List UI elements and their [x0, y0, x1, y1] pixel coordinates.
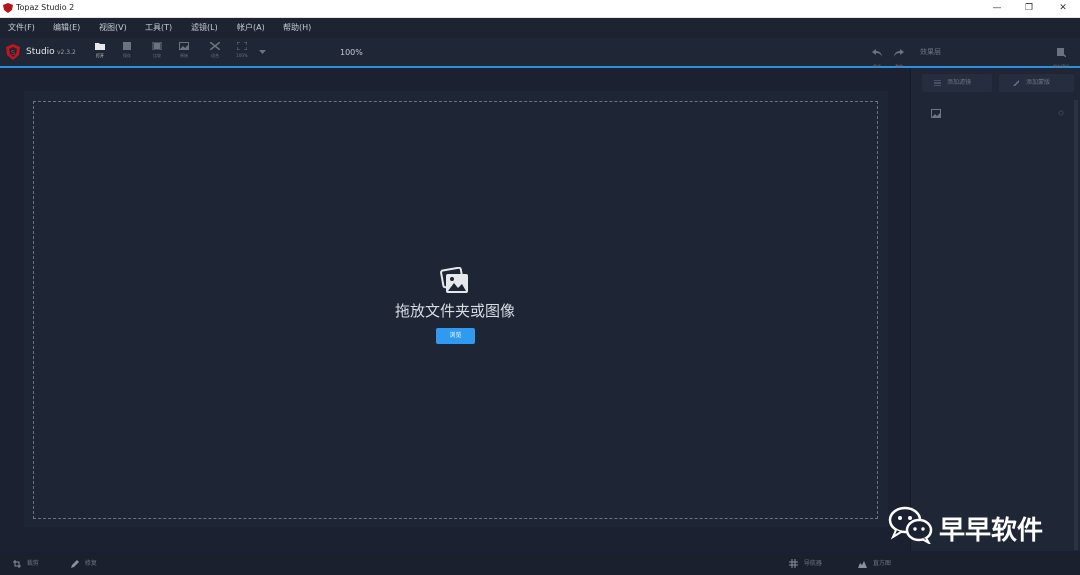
layers-panel-title: 效果层 — [920, 48, 941, 56]
image-icon — [179, 42, 189, 50]
brush-icon — [1013, 80, 1019, 86]
visibility-icon[interactable] — [1058, 110, 1064, 116]
open-label: 打开 — [96, 53, 104, 58]
menu-help[interactable]: 帮助(H) — [283, 22, 311, 33]
zoom-level[interactable]: 100% — [340, 48, 363, 57]
crop-button[interactable]: 裁剪 — [13, 558, 39, 568]
crop-label: 裁剪 — [26, 560, 39, 567]
add-filter-button[interactable]: 添加滤镜 — [922, 74, 992, 92]
open-button[interactable]: 打开 — [90, 42, 110, 64]
menu-filters[interactable]: 滤镜(L) — [191, 22, 218, 33]
window-titlebar: Topaz Studio 2 — ❐ ✕ — [0, 0, 1080, 18]
window-title: Topaz Studio 2 — [16, 3, 75, 12]
crop-icon — [13, 559, 21, 568]
close-button[interactable]: ✕ — [1048, 0, 1078, 17]
grid-icon — [789, 559, 798, 568]
compare-label: 比较 — [153, 53, 161, 58]
menu-edit[interactable]: 编辑(E) — [53, 22, 80, 33]
menu-tools[interactable]: 工具(T) — [145, 22, 172, 33]
add-filter-label: 添加滤镜 — [947, 79, 972, 86]
fit-icon — [210, 42, 220, 50]
compare-button[interactable]: 比较 — [147, 42, 167, 64]
compare-icon — [152, 42, 162, 50]
undo-icon — [872, 49, 882, 57]
undo-button[interactable]: 撤消 — [867, 42, 887, 69]
panel-scrollbar[interactable] — [1074, 100, 1078, 550]
zoom-100-label: 100% — [236, 53, 248, 58]
wechat-icon — [888, 506, 933, 544]
zoom-100-button[interactable]: 100% — [232, 42, 252, 64]
svg-text:S: S — [11, 49, 16, 57]
menu-file[interactable]: 文件(F) — [8, 22, 35, 33]
navigator-label: 导航器 — [803, 560, 822, 567]
add-mask-label: 添加蒙版 — [1026, 79, 1051, 86]
menu-view[interactable]: 视图(V) — [99, 22, 127, 33]
folder-icon — [95, 43, 105, 50]
histogram-button[interactable]: 直方图 — [858, 558, 891, 568]
menu-account[interactable]: 帐户(A) — [237, 22, 265, 33]
save-label: 保存 — [123, 53, 131, 58]
app-version: v2.3.2 — [57, 49, 76, 56]
app-name: Studio — [26, 47, 55, 57]
fullscreen-icon — [237, 42, 247, 50]
chevron-down-icon[interactable] — [259, 50, 266, 55]
layer-row[interactable] — [924, 104, 1070, 124]
original-label: 原始 — [180, 53, 188, 58]
save-button[interactable]: 保存 — [117, 42, 137, 64]
fit-button[interactable]: 适合 — [205, 42, 225, 64]
preset-icon — [1057, 48, 1067, 58]
histogram-label: 直方图 — [872, 560, 891, 567]
images-icon — [440, 267, 468, 293]
main-toolbar: S Studio v2.3.2 打开 保存 比较 原始 适合 100% 100%… — [0, 38, 1080, 69]
navigator-button[interactable]: 导航器 — [789, 558, 822, 568]
original-button[interactable]: 原始 — [174, 42, 194, 64]
minimize-button[interactable]: — — [982, 0, 1012, 17]
save-icon — [123, 42, 131, 50]
save-preset-button[interactable]: 保存预设 — [1048, 42, 1074, 69]
add-mask-button[interactable]: 添加蒙版 — [999, 74, 1074, 92]
pencil-icon — [71, 559, 79, 568]
drop-instruction: 拖放文件夹或图像 — [394, 302, 515, 320]
redo-button[interactable]: 重做 — [889, 42, 909, 69]
list-icon — [934, 80, 941, 86]
topaz-shield-icon: S — [6, 44, 20, 60]
histogram-icon — [858, 560, 867, 568]
bottom-bar: 裁剪 修复 导航器 直方图 — [0, 551, 1080, 575]
watermark-text: 早早软件 — [939, 516, 1044, 546]
repair-button[interactable]: 修复 — [71, 558, 97, 568]
side-panel — [910, 68, 1080, 551]
topaz-logo-icon — [3, 3, 13, 13]
layer-image-icon — [931, 109, 941, 118]
restore-button[interactable]: ❐ — [1014, 0, 1044, 17]
menu-bar: 文件(F) 编辑(E) 视图(V) 工具(T) 滤镜(L) 帐户(A) 帮助(H… — [0, 18, 1080, 38]
repair-label: 修复 — [84, 560, 97, 567]
redo-icon — [894, 49, 904, 57]
browse-button[interactable]: 浏览 — [436, 328, 475, 344]
fit-label: 适合 — [211, 53, 219, 58]
